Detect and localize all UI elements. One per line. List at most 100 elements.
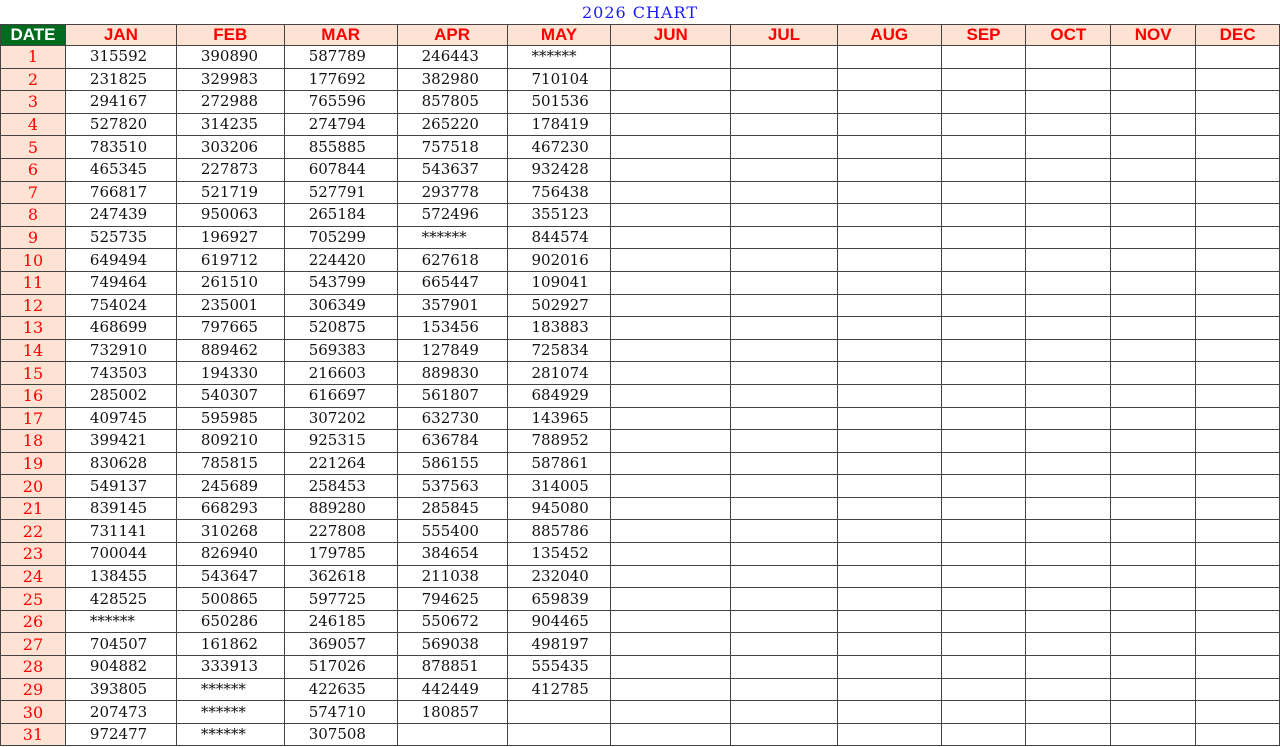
value-cell-apr[interactable]: 665447 — [396, 270, 508, 295]
value-cell-dec[interactable] — [1195, 112, 1280, 137]
value-cell-mar[interactable]: 258453 — [283, 474, 398, 498]
value-cell-jan[interactable]: 700044 — [64, 542, 177, 566]
value-cell-sep[interactable] — [940, 655, 1027, 679]
value-cell-jan[interactable]: 285002 — [64, 383, 177, 408]
value-cell-nov[interactable] — [1110, 248, 1197, 272]
value-cell-mar[interactable]: 889280 — [283, 496, 398, 521]
date-cell[interactable]: 14 — [0, 338, 66, 363]
value-cell-feb[interactable]: 314235 — [175, 112, 285, 137]
value-cell-apr[interactable]: 211038 — [396, 564, 508, 589]
value-cell-feb[interactable]: 668293 — [175, 496, 285, 521]
value-cell-aug[interactable] — [836, 564, 942, 589]
value-cell-may[interactable]: 498197 — [506, 632, 612, 657]
value-cell-jul[interactable] — [730, 248, 838, 272]
value-cell-feb[interactable]: 797665 — [175, 316, 285, 340]
value-cell-dec[interactable] — [1195, 67, 1280, 92]
value-cell-jun[interactable] — [610, 632, 732, 657]
value-cell-nov[interactable] — [1110, 67, 1197, 92]
value-cell-jan[interactable]: 743503 — [64, 361, 177, 385]
value-cell-jul[interactable] — [730, 383, 838, 408]
value-cell-mar[interactable]: 307202 — [283, 406, 398, 431]
value-cell-oct[interactable] — [1025, 542, 1112, 566]
value-cell-jun[interactable] — [610, 496, 732, 521]
value-cell-feb[interactable]: 650286 — [175, 609, 285, 634]
value-cell-apr[interactable]: 543637 — [396, 157, 508, 182]
value-cell-may[interactable]: 178419 — [506, 112, 612, 137]
value-cell-jan[interactable]: ****** — [64, 609, 177, 634]
value-cell-jul[interactable] — [730, 474, 838, 498]
value-cell-nov[interactable] — [1110, 519, 1197, 544]
date-cell[interactable]: 25 — [0, 587, 66, 611]
value-cell-jun[interactable] — [610, 451, 732, 476]
value-cell-may[interactable]: 932428 — [506, 157, 612, 182]
value-cell-oct[interactable] — [1025, 112, 1112, 137]
value-cell-dec[interactable] — [1195, 90, 1280, 114]
date-cell[interactable]: 31 — [0, 722, 66, 747]
value-cell-aug[interactable] — [836, 361, 942, 385]
value-cell-dec[interactable] — [1195, 542, 1280, 566]
value-cell-oct[interactable] — [1025, 361, 1112, 385]
value-cell-jul[interactable] — [730, 338, 838, 363]
value-cell-may[interactable]: 314005 — [506, 474, 612, 498]
value-cell-sep[interactable] — [940, 248, 1027, 272]
value-cell-jun[interactable] — [610, 45, 732, 69]
value-cell-nov[interactable] — [1110, 90, 1197, 114]
value-cell-apr[interactable]: 550672 — [396, 609, 508, 634]
value-cell-dec[interactable] — [1195, 316, 1280, 340]
value-cell-mar[interactable]: 216603 — [283, 361, 398, 385]
value-cell-nov[interactable] — [1110, 474, 1197, 498]
value-cell-dec[interactable] — [1195, 632, 1280, 657]
value-cell-aug[interactable] — [836, 248, 942, 272]
value-cell-dec[interactable] — [1195, 225, 1280, 250]
value-cell-apr[interactable]: 537563 — [396, 474, 508, 498]
value-cell-nov[interactable] — [1110, 677, 1197, 702]
value-cell-feb[interactable]: 785815 — [175, 451, 285, 476]
value-cell-feb[interactable]: 500865 — [175, 587, 285, 611]
value-cell-mar[interactable]: 543799 — [283, 270, 398, 295]
value-cell-may[interactable]: 109041 — [506, 270, 612, 295]
value-cell-jan[interactable]: 972477 — [64, 722, 177, 747]
value-cell-oct[interactable] — [1025, 157, 1112, 182]
value-cell-dec[interactable] — [1195, 587, 1280, 611]
value-cell-aug[interactable] — [836, 203, 942, 227]
value-cell-feb[interactable]: 227873 — [175, 157, 285, 182]
value-cell-nov[interactable] — [1110, 700, 1197, 724]
value-cell-apr[interactable]: 572496 — [396, 203, 508, 227]
date-cell[interactable]: 23 — [0, 542, 66, 566]
date-cell[interactable]: 26 — [0, 609, 66, 634]
value-cell-dec[interactable] — [1195, 496, 1280, 521]
value-cell-feb[interactable]: 595985 — [175, 406, 285, 431]
value-cell-oct[interactable] — [1025, 316, 1112, 340]
value-cell-aug[interactable] — [836, 655, 942, 679]
value-cell-may[interactable] — [506, 722, 612, 747]
value-cell-nov[interactable] — [1110, 270, 1197, 295]
value-cell-sep[interactable] — [940, 67, 1027, 92]
value-cell-may[interactable]: 945080 — [506, 496, 612, 521]
value-cell-oct[interactable] — [1025, 474, 1112, 498]
date-cell[interactable]: 15 — [0, 361, 66, 385]
value-cell-sep[interactable] — [940, 225, 1027, 250]
value-cell-apr[interactable]: 857805 — [396, 90, 508, 114]
value-cell-mar[interactable]: 616697 — [283, 383, 398, 408]
value-cell-dec[interactable] — [1195, 564, 1280, 589]
value-cell-mar[interactable]: 221264 — [283, 451, 398, 476]
value-cell-oct[interactable] — [1025, 609, 1112, 634]
value-cell-feb[interactable]: 809210 — [175, 429, 285, 453]
value-cell-mar[interactable]: 227808 — [283, 519, 398, 544]
value-cell-jan[interactable]: 839145 — [64, 496, 177, 521]
date-cell[interactable]: 9 — [0, 225, 66, 250]
value-cell-oct[interactable] — [1025, 135, 1112, 159]
value-cell-jul[interactable] — [730, 722, 838, 747]
value-cell-feb[interactable]: 245689 — [175, 474, 285, 498]
value-cell-may[interactable]: 788952 — [506, 429, 612, 453]
value-cell-feb[interactable]: 619712 — [175, 248, 285, 272]
value-cell-jan[interactable]: 207473 — [64, 700, 177, 724]
value-cell-apr[interactable]: 265220 — [396, 112, 508, 137]
value-cell-jul[interactable] — [730, 225, 838, 250]
value-cell-mar[interactable]: 765596 — [283, 90, 398, 114]
date-cell[interactable]: 2 — [0, 67, 66, 92]
value-cell-may[interactable]: 355123 — [506, 203, 612, 227]
value-cell-sep[interactable] — [940, 383, 1027, 408]
value-cell-apr[interactable]: 180857 — [396, 700, 508, 724]
value-cell-jul[interactable] — [730, 677, 838, 702]
